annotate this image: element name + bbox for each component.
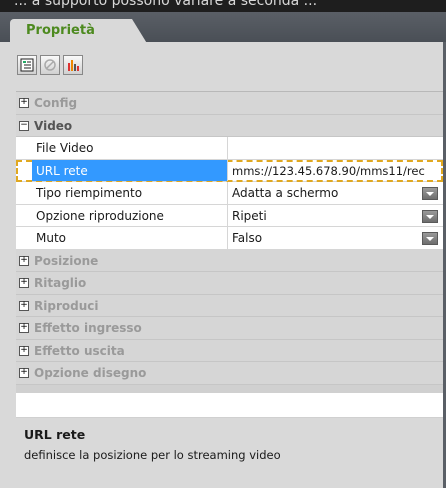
expand-icon[interactable]: + <box>19 98 29 108</box>
property-row-muto[interactable]: Muto Falso <box>16 227 443 250</box>
category-ritaglio[interactable]: + Ritaglio <box>16 272 443 295</box>
help-panel: URL rete definisce la posizione per lo s… <box>16 420 443 488</box>
property-toolbar <box>0 42 446 80</box>
dropdown-arrow-icon[interactable] <box>422 232 438 245</box>
help-description: definisce la posizione per lo streaming … <box>24 448 281 462</box>
dropdown-arrow-icon[interactable] <box>422 209 438 223</box>
chart-icon <box>68 60 79 71</box>
property-value[interactable]: Falso <box>228 227 443 249</box>
alphabetical-view-icon <box>44 59 56 71</box>
property-value[interactable]: mms://123.45.678.90/mms11/rec <box>228 160 443 182</box>
property-row-url-rete[interactable]: URL rete mms://123.45.678.90/mms11/rec <box>16 159 443 182</box>
property-grid: + Config − Video File Video URL rete mms… <box>16 91 443 418</box>
category-label: Config <box>34 96 78 110</box>
expand-icon[interactable]: + <box>19 345 29 356</box>
property-value[interactable] <box>228 137 443 159</box>
category-label: Riproduci <box>34 298 99 313</box>
category-label: Ritaglio <box>34 276 87 290</box>
chart-button[interactable] <box>63 55 83 75</box>
category-label: Opzione disegno <box>34 366 147 380</box>
category-effetto-uscita[interactable]: + Effetto uscita <box>16 339 443 362</box>
dropdown-arrow-icon[interactable] <box>422 187 438 200</box>
property-value[interactable]: Adatta a schermo <box>228 182 443 204</box>
category-effetto-ingresso[interactable]: + Effetto ingresso <box>16 317 443 340</box>
property-row-file-video[interactable]: File Video <box>16 137 443 160</box>
alphabetical-view-button[interactable] <box>40 55 60 75</box>
grid-empty-area <box>16 393 443 417</box>
category-label: Posizione <box>34 253 99 268</box>
category-label: Effetto ingresso <box>34 321 142 335</box>
property-row-opzione-riproduzione[interactable]: Opzione riproduzione Ripeti <box>16 204 443 227</box>
category-video[interactable]: − Video <box>16 114 443 137</box>
property-row-tipo-riempimento[interactable]: Tipo riempimento Adatta a schermo <box>16 182 443 205</box>
property-name: Muto <box>32 227 228 249</box>
categorized-view-icon <box>20 58 34 72</box>
property-value[interactable]: Ripeti <box>228 205 443 227</box>
expand-icon[interactable]: + <box>19 323 29 333</box>
categorized-view-button[interactable] <box>17 55 37 75</box>
tab-label: Proprietà <box>26 23 95 38</box>
category-riproduci[interactable]: + Riproduci <box>16 294 443 317</box>
property-name: URL rete <box>32 159 228 181</box>
tab-bar: Proprietà <box>0 12 446 45</box>
property-name: File Video <box>32 137 228 159</box>
expand-icon[interactable]: + <box>19 278 29 288</box>
category-label: Video <box>34 118 73 133</box>
help-title: URL rete <box>24 427 86 442</box>
window-top-text: ... a supporto possono variare a seconda… <box>14 0 318 9</box>
category-label: Effetto uscita <box>34 343 125 358</box>
expand-icon[interactable]: + <box>19 368 29 378</box>
expand-icon[interactable]: + <box>19 300 29 311</box>
property-name: Tipo riempimento <box>32 182 228 204</box>
category-posizione[interactable]: + Posizione <box>16 249 443 272</box>
category-opzione-disegno[interactable]: + Opzione disegno <box>16 362 443 385</box>
window-top-strip: ... a supporto possono variare a seconda… <box>0 0 446 12</box>
category-config[interactable]: + Config <box>16 92 443 115</box>
property-name: Opzione riproduzione <box>32 204 228 226</box>
collapse-icon[interactable]: − <box>19 120 29 131</box>
expand-icon[interactable]: + <box>19 255 29 266</box>
